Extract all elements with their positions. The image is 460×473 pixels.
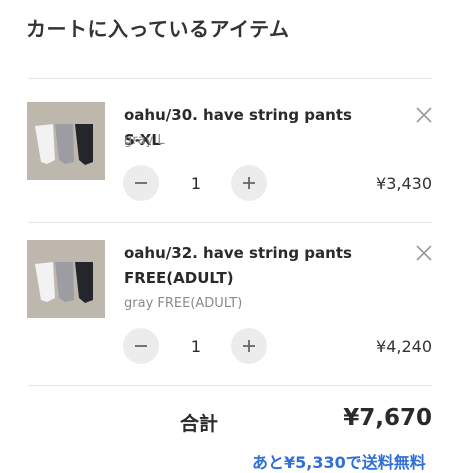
total-label: 合計 — [180, 413, 219, 435]
increase-quantity-button[interactable] — [231, 328, 267, 364]
minus-icon — [135, 182, 147, 184]
divider — [28, 385, 432, 386]
free-shipping-link[interactable]: あと¥5,330で送料無料 — [252, 449, 452, 473]
decrease-quantity-button[interactable] — [123, 328, 159, 364]
divider — [28, 222, 432, 223]
pants-product-image[interactable] — [27, 240, 105, 318]
pants-product-image[interactable] — [27, 102, 105, 180]
cart-title: カートに入っているアイテム — [26, 17, 290, 41]
item-price: ¥4,240 — [376, 337, 432, 356]
plus-icon — [243, 340, 255, 352]
item-price: ¥3,430 — [376, 174, 432, 193]
item-variant: gray L — [124, 133, 165, 148]
minus-icon — [135, 345, 147, 347]
total-value: ¥7,670 — [343, 405, 432, 431]
close-icon[interactable] — [413, 104, 435, 126]
quantity-value: 1 — [190, 337, 202, 356]
divider — [28, 78, 432, 79]
item-variant: gray FREE(ADULT) — [124, 296, 243, 311]
item-name[interactable]: oahu/32. have string pants FREE(ADULT) — [124, 241, 374, 291]
plus-icon — [243, 177, 255, 189]
decrease-quantity-button[interactable] — [123, 165, 159, 201]
close-icon[interactable] — [413, 242, 435, 264]
quantity-value: 1 — [190, 174, 202, 193]
increase-quantity-button[interactable] — [231, 165, 267, 201]
